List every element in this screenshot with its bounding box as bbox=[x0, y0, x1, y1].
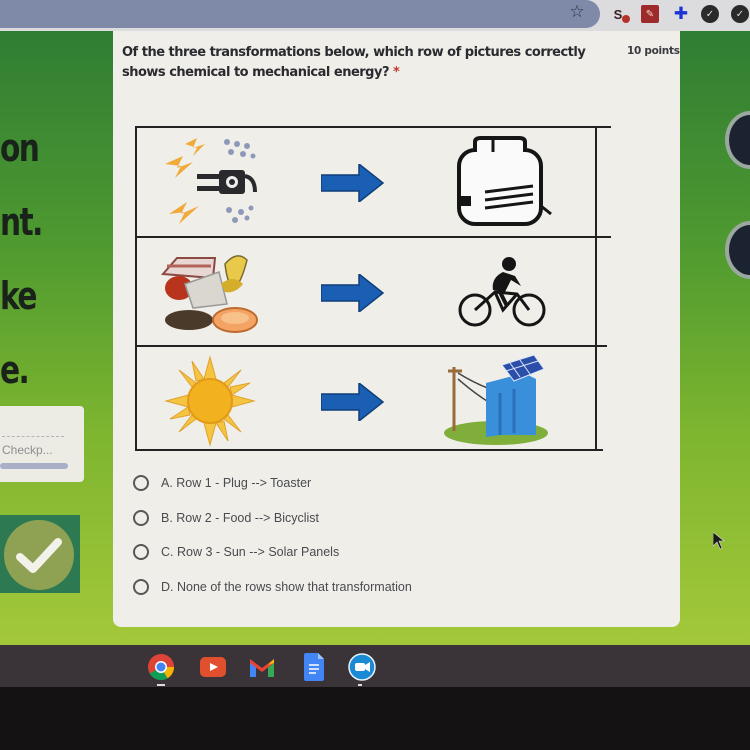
extension-1-icon[interactable]: S bbox=[609, 5, 630, 23]
bookmark-star-icon[interactable]: ☆ bbox=[568, 2, 586, 21]
radio-button[interactable] bbox=[133, 475, 149, 491]
youtube-icon[interactable] bbox=[199, 653, 227, 681]
question-image-table bbox=[135, 126, 611, 451]
checkpoint-card[interactable]: Checkp... bbox=[0, 406, 84, 482]
option-label: D. None of the rows show that transforma… bbox=[161, 580, 412, 594]
running-indicator bbox=[358, 684, 362, 686]
browser-toolbar: ☆ S ✎ ✚ ✓ ✓ bbox=[0, 0, 750, 31]
side-text-line: on bbox=[0, 126, 40, 170]
solar-panels-image bbox=[435, 353, 565, 449]
zoom-icon[interactable] bbox=[348, 653, 376, 681]
option-d[interactable]: D. None of the rows show that transforma… bbox=[133, 576, 412, 598]
image-row-2 bbox=[135, 238, 595, 346]
gmail-icon[interactable] bbox=[248, 653, 276, 681]
side-nav-button[interactable] bbox=[725, 111, 750, 169]
address-bar[interactable] bbox=[0, 0, 600, 28]
screen: ☆ S ✎ ✚ ✓ ✓ on nt. ke e. Checkp... Of th… bbox=[0, 0, 750, 750]
option-b[interactable]: B. Row 2 - Food --> Bicyclist bbox=[133, 507, 319, 529]
checkpoint-progress-bar bbox=[0, 463, 68, 469]
plug-electricity-image bbox=[155, 134, 265, 230]
option-label: A. Row 1 - Plug --> Toaster bbox=[161, 476, 312, 490]
chrome-icon[interactable] bbox=[147, 653, 175, 681]
right-arrow-icon bbox=[320, 381, 385, 423]
side-text-line: e. bbox=[0, 348, 30, 392]
bicyclist-image bbox=[435, 244, 565, 340]
extension-5-icon[interactable]: ✓ bbox=[731, 5, 749, 23]
question-title: Of the three transformations below, whic… bbox=[122, 43, 602, 83]
mouse-cursor-icon bbox=[712, 531, 725, 550]
side-nav-button[interactable] bbox=[725, 221, 750, 279]
food-image bbox=[155, 244, 265, 340]
side-panel-heading: on nt. ke e. bbox=[0, 111, 47, 407]
right-arrow-icon bbox=[320, 162, 385, 204]
sun-image bbox=[155, 353, 265, 449]
checkpoint-label: Checkp... bbox=[2, 443, 53, 457]
radio-button[interactable] bbox=[133, 510, 149, 526]
side-text-line: ke bbox=[0, 274, 37, 318]
toaster-image bbox=[435, 134, 565, 230]
table-border bbox=[595, 126, 597, 451]
radio-button[interactable] bbox=[133, 579, 149, 595]
os-shelf bbox=[0, 645, 750, 687]
running-indicator bbox=[157, 684, 165, 686]
points-label: 10 points bbox=[627, 45, 680, 57]
radio-button[interactable] bbox=[133, 544, 149, 560]
required-marker: * bbox=[393, 65, 400, 80]
extension-2-icon[interactable]: ✎ bbox=[641, 5, 659, 23]
right-arrow-icon bbox=[320, 272, 385, 314]
option-label: C. Row 3 - Sun --> Solar Panels bbox=[161, 545, 340, 559]
extensions-puzzle-icon[interactable]: ✚ bbox=[672, 4, 690, 23]
checkmark-icon bbox=[4, 520, 74, 590]
check-tile[interactable] bbox=[0, 515, 80, 593]
docs-icon[interactable] bbox=[300, 653, 328, 681]
option-c[interactable]: C. Row 3 - Sun --> Solar Panels bbox=[133, 541, 339, 563]
image-row-3 bbox=[135, 347, 595, 455]
image-row-1 bbox=[135, 128, 595, 236]
divider bbox=[2, 436, 64, 437]
screen-bezel bbox=[0, 687, 750, 750]
option-label: B. Row 2 - Food --> Bicyclist bbox=[161, 511, 320, 525]
extension-4-icon[interactable]: ✓ bbox=[701, 5, 719, 23]
question-card: Of the three transformations below, whic… bbox=[113, 31, 680, 627]
option-a[interactable]: A. Row 1 - Plug --> Toaster bbox=[133, 472, 311, 494]
question-text: Of the three transformations below, whic… bbox=[122, 45, 586, 80]
side-text-line: nt. bbox=[0, 200, 43, 244]
